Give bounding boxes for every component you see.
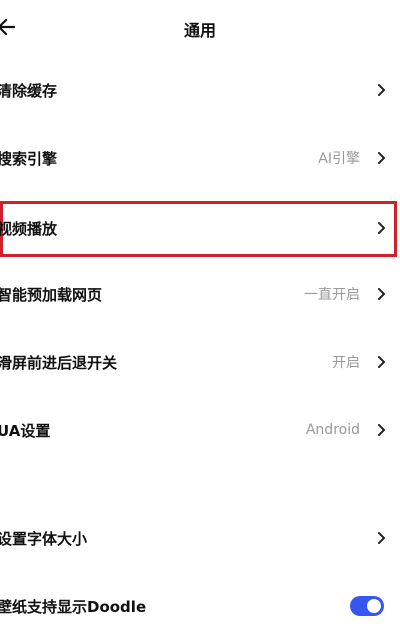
settings-row-wallpaper-doodle: 壁纸支持显示Doodle — [0, 584, 400, 628]
settings-row-label: 壁纸支持显示Doodle — [0, 597, 147, 616]
settings-row-value: Android — [305, 422, 360, 438]
settings-row-swipe-navigation[interactable]: 滑屏前进后退开关 开启 — [0, 340, 400, 384]
settings-row-search-engine[interactable]: 搜索引擎 AI引擎 — [0, 136, 400, 180]
doodle-toggle[interactable] — [350, 596, 384, 616]
settings-row-label: 清除缓存 — [0, 81, 58, 100]
settings-row-label: UA设置 — [0, 421, 51, 440]
settings-row-label: 智能预加载网页 — [0, 285, 103, 304]
settings-row-font-size[interactable]: 设置字体大小 — [0, 516, 400, 560]
settings-row-label: 设置字体大小 — [0, 529, 88, 548]
chevron-right-icon — [378, 288, 385, 300]
chevron-right-icon — [378, 152, 385, 164]
chevron-right-icon — [378, 356, 385, 368]
settings-row-label: 视频播放 — [0, 219, 58, 238]
settings-row-ua[interactable]: UA设置 Android — [0, 408, 400, 452]
settings-row-value: AI引擎 — [318, 151, 360, 167]
chevron-right-icon — [378, 424, 385, 436]
top-bar: 通用 — [0, 0, 400, 56]
settings-row-label: 搜索引擎 — [0, 149, 58, 168]
settings-row-smart-preload[interactable]: 智能预加载网页 一直开启 — [0, 272, 400, 316]
chevron-right-icon — [378, 84, 385, 96]
toggle-knob — [367, 599, 381, 613]
page-title: 通用 — [183, 21, 216, 40]
settings-row-clear-cache[interactable]: 清除缓存 — [0, 68, 400, 112]
settings-row-label: 滑屏前进后退开关 — [0, 353, 118, 372]
chevron-right-icon — [378, 222, 385, 234]
settings-row-value: 一直开启 — [304, 287, 360, 303]
chevron-right-icon — [378, 532, 385, 544]
settings-row-value: 开启 — [332, 355, 360, 371]
settings-row-video-playback[interactable]: 视频播放 — [0, 206, 400, 250]
